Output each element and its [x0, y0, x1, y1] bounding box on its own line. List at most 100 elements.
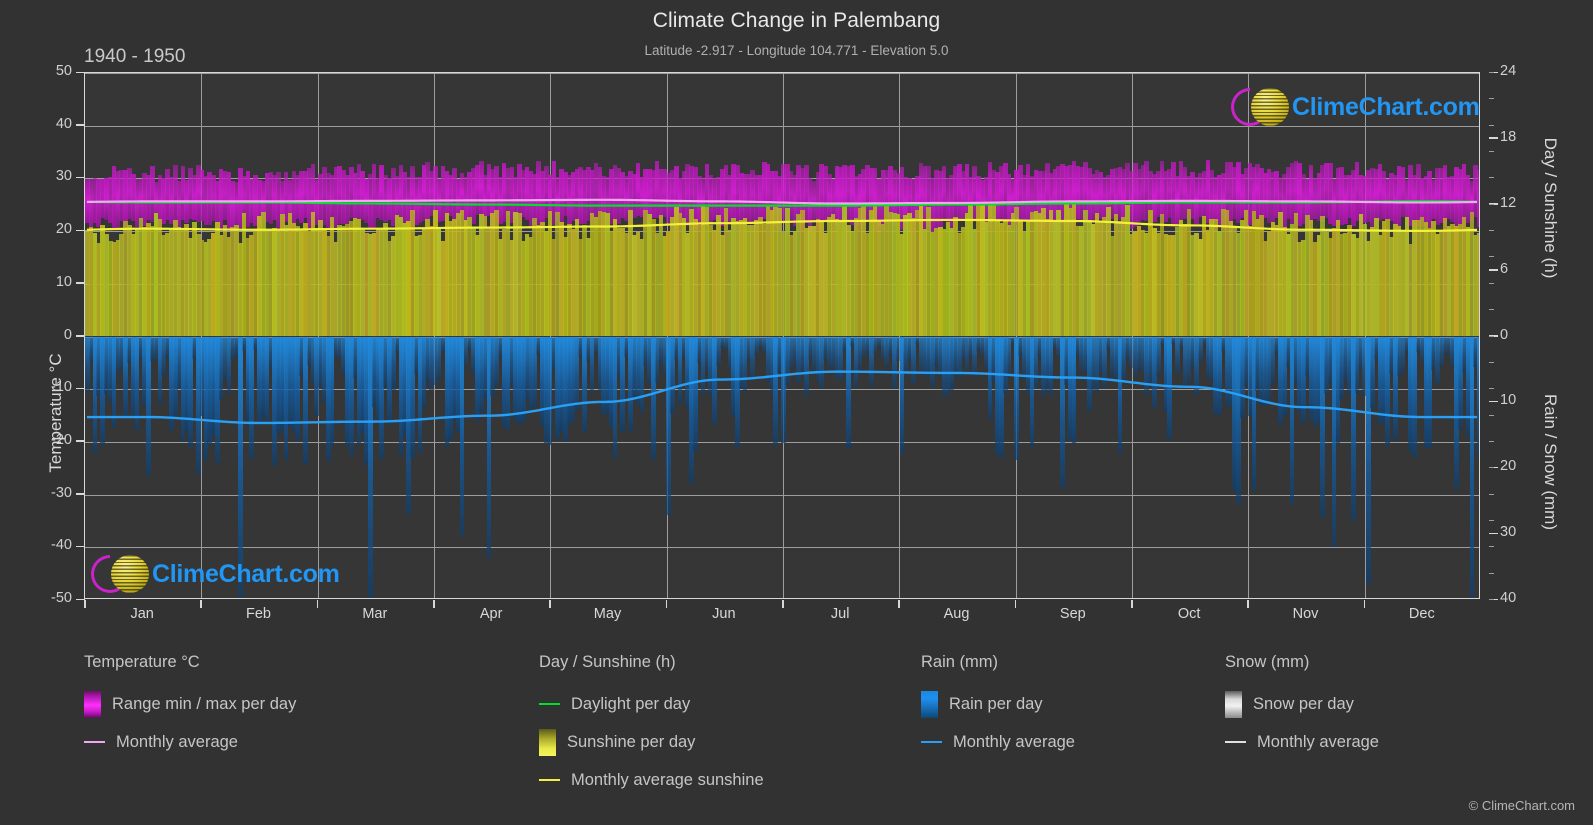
x-tick-mark — [316, 600, 319, 608]
x-tick-label-aug: Aug — [943, 606, 970, 622]
x-tick-mark — [84, 600, 86, 608]
legend-line-sample — [84, 740, 105, 744]
climate-chart-page: Climate Change in Palembang Latitude -2.… — [0, 0, 1593, 825]
x-tick-mark — [1247, 600, 1249, 608]
legend-swatch-icon — [1225, 690, 1242, 718]
y-minor-tick — [1489, 256, 1494, 258]
legend-group-title: Temperature °C — [84, 653, 200, 671]
chart-subtitle: Latitude -2.917 - Longitude 104.771 - El… — [644, 43, 949, 58]
y-tick-label-temperature: 10 — [55, 273, 72, 290]
y-minor-tick — [1489, 335, 1494, 337]
y-tick-label-rain-snow: 40 — [1500, 590, 1517, 606]
y-tick-mark — [1489, 400, 1498, 403]
x-tick-mark — [200, 600, 202, 608]
y-tick-label-temperature: -40 — [51, 537, 72, 554]
x-tick-mark — [1131, 600, 1133, 608]
y-tick-mark — [1489, 532, 1498, 535]
y-minor-tick — [1489, 124, 1494, 126]
x-tick-mark — [1363, 600, 1366, 608]
legend-line-sample — [1225, 740, 1246, 744]
y-tick-label-temperature: 50 — [55, 63, 72, 79]
y-tick-mark — [1489, 137, 1498, 139]
legend-group-rain-mm: Rain (mm) Rain per day Monthly average — [921, 653, 1075, 761]
logo-sphere-icon — [1251, 88, 1289, 126]
watermark-logo-top: ClimeChart.com — [1223, 80, 1479, 134]
x-tick-mark — [1014, 600, 1017, 608]
y-tick-label-temperature: -50 — [51, 590, 72, 606]
watermark-logo-bottom: ClimeChart.com — [85, 547, 340, 598]
legend-group-temperature-c: Temperature °C Range min / max per day Mon… — [84, 653, 296, 761]
y-minor-tick — [1489, 282, 1494, 284]
x-tick-mark — [898, 600, 900, 608]
y-minor-tick — [1489, 546, 1494, 548]
legend-item[interactable]: Sunshine per day — [539, 723, 764, 761]
y-minor-tick — [1489, 599, 1494, 600]
legend-item-label: Snow per day — [1253, 694, 1354, 713]
x-tick-label-mar: Mar — [362, 606, 388, 622]
legend-item[interactable]: Monthly average sunshine — [539, 761, 764, 799]
y-tick-mark — [1489, 269, 1498, 271]
x-tick-mark — [782, 600, 784, 608]
legend-group-title: Rain (mm) — [921, 653, 998, 671]
y-axis-label-day-sunshine: Day / Sunshine (h) — [1541, 137, 1560, 279]
y-minor-tick — [1489, 177, 1494, 179]
legend-item[interactable]: Snow per day — [1225, 685, 1379, 723]
legend-swatch-icon — [84, 690, 101, 718]
y-minor-tick — [1489, 309, 1494, 311]
watermark-text: ClimeChart.com — [152, 559, 340, 588]
y-minor-tick — [1489, 519, 1494, 521]
x-tick-label-may: May — [593, 606, 622, 622]
x-tick-label-jun: Jun — [712, 606, 736, 622]
legend-line-sample — [539, 702, 560, 706]
y-minor-tick — [1489, 572, 1494, 574]
watermark-text: ClimeChart.com — [1292, 92, 1479, 121]
y-tick-label-temperature: 30 — [55, 168, 72, 185]
x-tick-label-sep: Sep — [1059, 606, 1086, 622]
legend-group-snow-mm: Snow (mm) Snow per day Monthly average — [1225, 653, 1379, 761]
legend-item[interactable]: Range min / max per day — [84, 685, 296, 723]
legend-line-icon — [539, 702, 560, 706]
sunshine-average-line — [87, 220, 1477, 231]
x-tick-label-jan: Jan — [130, 606, 154, 622]
legend-line-sample — [539, 778, 560, 782]
legend-group-title: Day / Sunshine (h) — [539, 653, 676, 671]
y-tick-label-day-sunshine: 24 — [1500, 63, 1517, 79]
y-tick-label-day-sunshine: 0 — [1500, 326, 1509, 343]
legend-item-label: Range min / max per day — [112, 694, 297, 713]
y-axis-label-temperature: Temperature °C — [46, 352, 65, 473]
y-minor-tick — [1489, 467, 1494, 469]
climechart-logo-icon — [1223, 80, 1289, 134]
legend-item-label: Monthly average — [1257, 732, 1379, 751]
y-tick-label-temperature: 40 — [55, 115, 72, 132]
period-label: 1940 - 1950 — [84, 46, 186, 67]
legend-item-label: Monthly average — [953, 732, 1075, 751]
x-tick-mark — [549, 600, 551, 608]
climechart-logo-icon — [85, 547, 149, 598]
legend-item[interactable]: Monthly average — [1225, 723, 1379, 761]
legend-line-sample — [921, 740, 942, 744]
legend-item[interactable]: Monthly average — [84, 723, 296, 761]
x-tick-label-dec: Dec — [1408, 606, 1435, 622]
plot-area: ClimeChart.com ClimeChart.com — [84, 72, 1480, 599]
x-tick-mark — [433, 600, 435, 608]
legend-line-icon — [921, 740, 942, 744]
y-minor-tick — [1489, 414, 1494, 416]
legend-line-icon — [84, 740, 105, 744]
y-minor-tick — [1489, 440, 1494, 442]
y-minor-tick — [1489, 72, 1494, 73]
legend-item-label: Monthly average sunshine — [571, 770, 764, 789]
y-tick-label-temperature: 20 — [55, 221, 72, 238]
legend-item[interactable]: Monthly average — [921, 723, 1075, 761]
legend-item[interactable]: Daylight per day — [539, 685, 764, 723]
y-minor-tick — [1489, 361, 1494, 363]
legend-item[interactable]: Rain per day — [921, 685, 1075, 723]
legend-group-title: Snow (mm) — [1225, 653, 1310, 671]
average-lines-layer — [85, 73, 1479, 598]
y-minor-tick — [1489, 388, 1494, 390]
legend-item-label: Rain per day — [949, 694, 1043, 713]
legend-swatch-icon — [921, 690, 938, 718]
plot-inner: ClimeChart.com ClimeChart.com — [85, 73, 1479, 598]
rain-average-line — [87, 372, 1477, 423]
x-tick-label-jul: Jul — [830, 606, 850, 622]
x-tick-label-oct: Oct — [1177, 606, 1201, 622]
